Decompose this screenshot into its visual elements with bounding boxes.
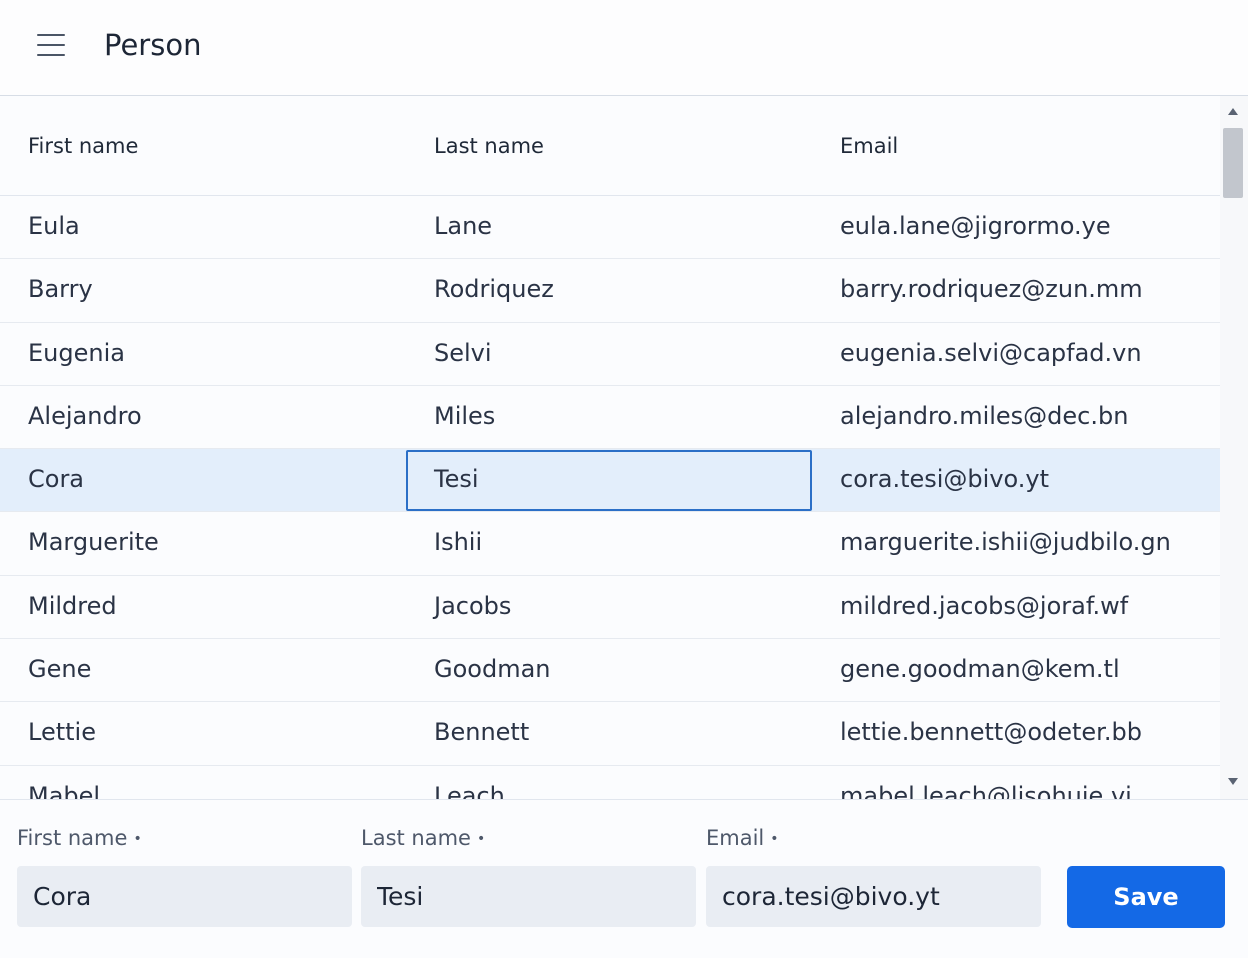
scroll-down-arrow-icon[interactable] [1228, 778, 1238, 785]
column-header-first-name[interactable]: First name [28, 134, 138, 158]
cell-first-name: Marguerite [28, 528, 159, 557]
cell-first-name: Alejandro [28, 401, 142, 430]
table-row[interactable]: Lettie Bennett lettie.bennett@odeter.bb [0, 702, 1220, 766]
grid-body: Eula Lane eula.lane@jigrormo.ye Barry Ro… [0, 196, 1220, 799]
table-row[interactable]: Eula Lane eula.lane@jigrormo.ye [0, 196, 1220, 260]
cell-email: gene.goodman@kem.tl [840, 655, 1120, 684]
cell-first-name: Gene [28, 655, 92, 684]
table-row[interactable]: Barry Rodriquez barry.rodriquez@zun.mm [0, 259, 1220, 323]
scroll-up-arrow-icon[interactable] [1228, 108, 1238, 115]
cell-email: marguerite.ishii@judbilo.gn [840, 528, 1171, 557]
table-row[interactable]: Marguerite Ishii marguerite.ishii@judbil… [0, 512, 1220, 576]
last-name-label: Last name • [361, 826, 486, 850]
page-title: Person [104, 28, 202, 62]
cell-last-name-focused[interactable]: Tesi [434, 465, 479, 493]
email-input[interactable] [706, 866, 1041, 927]
required-indicator: • [476, 831, 486, 847]
hamburger-menu-icon[interactable] [37, 34, 65, 56]
table-row[interactable]: Alejandro Miles alejandro.miles@dec.bn [0, 386, 1220, 450]
cell-email: eugenia.selvi@capfad.vn [840, 338, 1142, 367]
table-row[interactable]: Mabel Leach mabel.leach@lisohuje.vi [0, 766, 1220, 799]
app-header: Person [0, 0, 1248, 96]
cell-last-name: Leach [434, 781, 505, 799]
cell-last-name: Goodman [434, 655, 551, 684]
grid-header: First name Last name Email [0, 96, 1220, 196]
email-field: Email • [706, 826, 1041, 927]
cell-last-name: Lane [434, 212, 493, 240]
cell-email: eula.lane@jigrormo.ye [840, 212, 1111, 240]
cell-last-name: Jacobs [434, 591, 512, 620]
last-name-input[interactable] [361, 866, 696, 927]
cell-email: alejandro.miles@dec.bn [840, 401, 1129, 430]
scrollbar-thumb[interactable] [1223, 128, 1243, 198]
cell-last-name: Selvi [434, 338, 492, 367]
first-name-input[interactable] [17, 866, 352, 927]
table-row[interactable]: Mildred Jacobs mildred.jacobs@joraf.wf [0, 576, 1220, 640]
cell-first-name: Eula [28, 212, 80, 240]
cell-email: mildred.jacobs@joraf.wf [840, 591, 1129, 620]
grid-scrollbar[interactable] [1220, 96, 1248, 799]
required-indicator: • [770, 831, 779, 847]
required-indicator: • [133, 831, 142, 847]
cell-last-name: Rodriquez [434, 275, 554, 304]
cell-first-name: Mabel [28, 781, 101, 799]
column-header-email[interactable]: Email [840, 134, 898, 158]
table-row[interactable]: Eugenia Selvi eugenia.selvi@capfad.vn [0, 323, 1220, 386]
cell-last-name: Ishii [434, 528, 483, 557]
email-label: Email • [706, 826, 779, 850]
column-header-last-name[interactable]: Last name [434, 134, 544, 158]
save-button[interactable]: Save [1067, 866, 1225, 928]
first-name-field: First name • [17, 826, 352, 927]
last-name-field: Last name • [361, 826, 696, 927]
cell-email: mabel.leach@lisohuje.vi [840, 781, 1132, 799]
cell-last-name: Miles [434, 401, 496, 430]
table-row[interactable]: Gene Goodman gene.goodman@kem.tl [0, 639, 1220, 703]
edit-form: First name• Last name• Email• Save [0, 799, 1248, 958]
cell-first-name: Lettie [28, 718, 96, 747]
person-crud-app: Person First name Last name Email Eula L… [0, 0, 1248, 958]
cell-last-name: Bennett [434, 718, 530, 747]
cell-first-name: Barry [28, 275, 93, 304]
cell-first-name: Cora [28, 465, 85, 494]
first-name-label: First name • [17, 826, 142, 850]
table-row-selected[interactable]: Cora Tesi cora.tesi@bivo.yt [0, 449, 1220, 513]
cell-first-name: Eugenia [28, 338, 125, 367]
cell-first-name: Mildred [28, 591, 117, 620]
cell-email: barry.rodriquez@zun.mm [840, 275, 1143, 304]
cell-email: lettie.bennett@odeter.bb [840, 718, 1142, 747]
cell-email: cora.tesi@bivo.yt [840, 465, 1050, 494]
person-grid: First name Last name Email Eula Lane eul… [0, 96, 1220, 799]
